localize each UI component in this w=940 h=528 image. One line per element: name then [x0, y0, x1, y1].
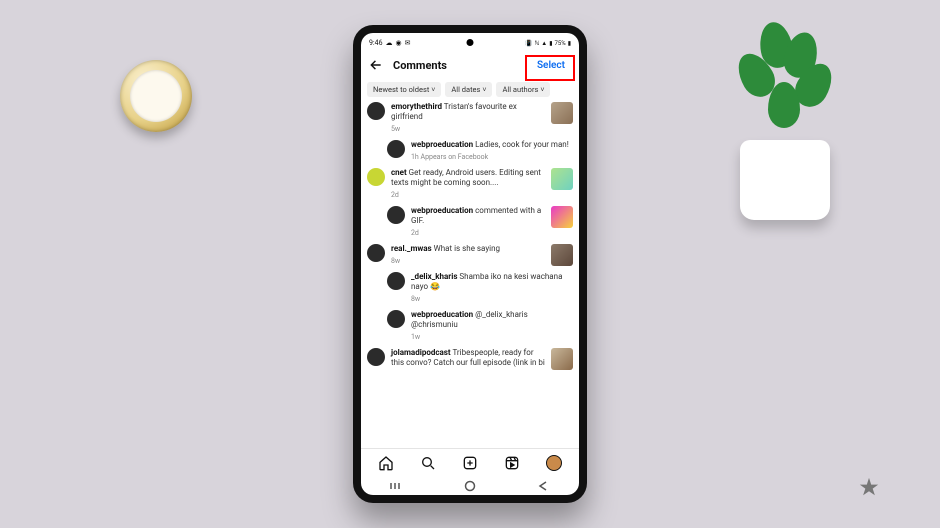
nfc-icon: ℕ — [534, 40, 539, 47]
comment-username[interactable]: real._mwas — [391, 244, 432, 253]
chevron-down-icon: ˅ — [540, 86, 544, 94]
battery-icon: ▮ — [568, 40, 571, 47]
filter-sort-label: Newest to oldest — [373, 85, 429, 94]
profile-avatar-icon — [546, 455, 562, 471]
comment-meta: 8w — [391, 256, 545, 266]
scene: 9:46 ☁ ◉ ✉ 📳 ℕ ▲ ▮ 75% ▮ — [0, 0, 940, 528]
comment-body: cnet Get ready, Android users. Editing s… — [391, 168, 545, 200]
comment-username[interactable]: cnet — [391, 168, 407, 177]
comment-avatar[interactable] — [367, 348, 385, 366]
comment-meta: 2d — [391, 190, 545, 200]
plant — [730, 22, 840, 152]
comment-thumbnail[interactable] — [551, 168, 573, 190]
phone-screen: 9:46 ☁ ◉ ✉ 📳 ℕ ▲ ▮ 75% ▮ — [361, 33, 579, 495]
android-nav-bar — [361, 477, 579, 495]
vibrate-icon: 📳 — [525, 40, 532, 47]
comment-username[interactable]: emorythethird — [391, 102, 442, 111]
comment-body: emorythethird Tristan's favourite ex gir… — [391, 102, 545, 134]
comment-avatar[interactable] — [387, 272, 405, 290]
filter-dates[interactable]: All dates ˅ — [445, 82, 492, 97]
comment-username[interactable]: jolamadipodcast — [391, 348, 451, 357]
filter-authors-label: All authors — [502, 85, 538, 94]
comments-feed[interactable]: emorythethird Tristan's favourite ex gir… — [361, 102, 579, 448]
comment-avatar[interactable] — [387, 140, 405, 158]
comment-body: real._mwas What is she saying 8w — [391, 244, 545, 266]
comment-username[interactable]: webproeducation — [411, 140, 473, 149]
comment-row[interactable]: _delix_kharis Shamba iko na kesi wachana… — [387, 272, 573, 304]
comment-text: Ladies, cook for your man! — [475, 140, 569, 149]
desk-clock — [120, 60, 192, 132]
comment-thumbnail[interactable] — [551, 348, 573, 370]
plant-pot — [740, 140, 830, 220]
comment-meta: 2d — [411, 228, 545, 238]
comment-thumbnail[interactable] — [551, 102, 573, 124]
comment-thumbnail[interactable] — [551, 206, 573, 228]
filter-authors[interactable]: All authors ˅ — [496, 82, 550, 97]
clock-time: 9:46 — [369, 39, 383, 47]
home-button[interactable] — [462, 481, 478, 491]
page-title: Comments — [393, 59, 447, 72]
comment-avatar[interactable] — [387, 206, 405, 224]
recents-button[interactable] — [389, 481, 405, 491]
comment-body: webproeducation Ladies, cook for your ma… — [411, 140, 573, 162]
comment-username[interactable]: webproeducation — [411, 206, 473, 215]
comment-body: webproeducation @_delix_kharis @chrismun… — [411, 310, 573, 342]
comment-username[interactable]: webproeducation — [411, 310, 473, 319]
battery-percent: 75% — [555, 40, 566, 47]
cloud-icon: ☁ — [386, 39, 393, 47]
front-camera — [467, 39, 474, 46]
filter-dates-label: All dates — [451, 85, 480, 94]
comment-meta: 5w — [391, 124, 545, 134]
back-button[interactable] — [369, 58, 383, 72]
comment-body: webproeducation commented with a GIF.2d — [411, 206, 545, 238]
search-tab[interactable] — [420, 455, 436, 471]
comment-text: What is she saying — [434, 244, 500, 253]
camera-icon: ◉ — [396, 39, 402, 47]
bottom-tab-bar — [361, 448, 579, 477]
comment-avatar[interactable] — [367, 102, 385, 120]
comment-meta: 1w — [411, 332, 573, 342]
filter-sort[interactable]: Newest to oldest ˅ — [367, 82, 441, 97]
comment-username[interactable]: _delix_kharis — [411, 272, 457, 281]
comment-row[interactable]: webproeducation @_delix_kharis @chrismun… — [387, 310, 573, 342]
select-button[interactable]: Select — [531, 58, 571, 73]
comment-meta: 8w — [411, 294, 573, 304]
chevron-down-icon: ˅ — [431, 86, 435, 94]
comment-avatar[interactable] — [387, 310, 405, 328]
comment-avatar[interactable] — [367, 168, 385, 186]
comment-row[interactable]: cnet Get ready, Android users. Editing s… — [367, 168, 573, 200]
status-right: 📳 ℕ ▲ ▮ 75% ▮ — [525, 40, 571, 47]
comment-meta: 1h Appears on Facebook — [411, 152, 573, 162]
comment-body: jolamadipodcast Tribespeople, ready for … — [391, 348, 545, 370]
message-icon: ✉ — [405, 39, 411, 47]
chevron-down-icon: ˅ — [482, 86, 486, 94]
wifi-icon: ▲ — [541, 40, 547, 47]
app-header: Comments Select — [361, 51, 579, 79]
comment-row[interactable]: webproeducation Ladies, cook for your ma… — [387, 140, 573, 162]
status-left: 9:46 ☁ ◉ ✉ — [369, 39, 410, 47]
reels-tab[interactable] — [504, 455, 520, 471]
signal-icon: ▮ — [549, 40, 552, 47]
phone-frame: 9:46 ☁ ◉ ✉ 📳 ℕ ▲ ▮ 75% ▮ — [353, 25, 587, 503]
comment-row[interactable]: real._mwas What is she saying 8w — [367, 244, 573, 266]
comment-text: Get ready, Android users. Editing sent t… — [391, 168, 541, 187]
comment-avatar[interactable] — [367, 244, 385, 262]
create-tab[interactable] — [462, 455, 478, 471]
android-back-button[interactable] — [535, 481, 551, 491]
comment-row[interactable]: webproeducation commented with a GIF.2d — [387, 206, 573, 238]
home-tab[interactable] — [378, 455, 394, 471]
comment-body: _delix_kharis Shamba iko na kesi wachana… — [411, 272, 573, 304]
comment-row[interactable]: jolamadipodcast Tribespeople, ready for … — [367, 348, 573, 370]
profile-tab[interactable] — [546, 455, 562, 471]
comment-thumbnail[interactable] — [551, 244, 573, 266]
star-decoration — [858, 476, 880, 498]
comment-row[interactable]: emorythethird Tristan's favourite ex gir… — [367, 102, 573, 134]
filter-row: Newest to oldest ˅ All dates ˅ All autho… — [361, 79, 579, 102]
